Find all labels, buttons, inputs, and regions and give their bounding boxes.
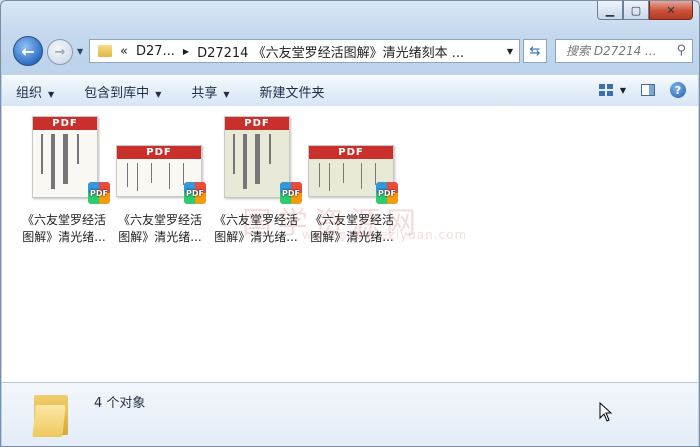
- new-folder-label: 新建文件夹: [259, 85, 325, 101]
- close-button[interactable]: ✕: [649, 1, 693, 20]
- minimize-button[interactable]: ▁: [597, 1, 623, 20]
- address-dropdown-icon[interactable]: ▼: [507, 47, 513, 56]
- change-view-button[interactable]: [596, 81, 616, 99]
- chevron-down-icon: ▼: [48, 89, 55, 99]
- recent-pages-dropdown[interactable]: ▼: [77, 47, 83, 56]
- breadcrumb-item-current[interactable]: D27214 《六友堂罗经活图解》清光绪刻本 ...: [197, 42, 464, 61]
- search-input[interactable]: [564, 43, 676, 59]
- breadcrumb-item-parent[interactable]: D27...: [136, 44, 175, 59]
- back-button[interactable]: ←: [13, 36, 43, 66]
- maximize-button[interactable]: ▢: [623, 1, 649, 20]
- help-icon: ?: [670, 82, 686, 98]
- maximize-icon: ▢: [630, 3, 642, 17]
- chevron-down-icon: ▼: [155, 89, 162, 99]
- pdf-label: PDF: [33, 117, 97, 130]
- organize-label: 组织: [16, 85, 43, 101]
- include-in-library-menu[interactable]: 包含到库中 ▼: [84, 82, 161, 101]
- view-options-dropdown[interactable]: ▼: [618, 81, 628, 99]
- refresh-icon: ⇆: [529, 43, 541, 59]
- pdf-thumbnail: PDF PDF: [306, 114, 398, 204]
- file-item[interactable]: PDF PDF 《六友堂罗经活图解》清光绪...: [18, 114, 110, 246]
- file-name: 《六友堂罗经活图解》清光绪...: [213, 213, 298, 244]
- organize-menu[interactable]: 组织 ▼: [16, 82, 54, 101]
- pdf-app-icon: PDF: [184, 182, 206, 204]
- caption-buttons: ▁ ▢ ✕: [597, 1, 693, 20]
- new-folder-button[interactable]: 新建文件夹: [260, 82, 325, 101]
- pdf-app-icon: PDF: [376, 182, 398, 204]
- close-icon: ✕: [666, 3, 676, 17]
- command-bar: 组织 ▼ 包含到库中 ▼ 共享 ▼ 新建文件夹 ▼ ?: [2, 75, 698, 107]
- pdf-label: PDF: [309, 146, 393, 159]
- share-menu[interactable]: 共享 ▼: [191, 82, 229, 101]
- pdf-app-icon: PDF: [280, 182, 302, 204]
- file-item[interactable]: PDF PDF 《六友堂罗经活图解》清光绪...: [306, 114, 398, 246]
- help-button[interactable]: ?: [668, 81, 688, 99]
- item-count: 4 个对象: [94, 396, 146, 411]
- file-item[interactable]: PDF PDF 《六友堂罗经活图解》清光绪...: [210, 114, 302, 246]
- breadcrumb-separator-icon[interactable]: ▶: [183, 47, 189, 56]
- search-box[interactable]: ⚲: [555, 39, 693, 63]
- toolbar-right-group: ▼ ?: [586, 81, 688, 99]
- share-label: 共享: [191, 85, 218, 101]
- breadcrumb-overflow[interactable]: «: [120, 44, 128, 59]
- forward-button[interactable]: →: [47, 39, 73, 65]
- minimize-icon: ▁: [605, 3, 615, 17]
- forward-arrow-icon: →: [54, 44, 66, 60]
- pdf-thumbnail: PDF PDF: [210, 114, 302, 204]
- refresh-button[interactable]: ⇆: [523, 39, 547, 63]
- pdf-label: PDF: [225, 117, 289, 130]
- back-arrow-icon: ←: [21, 41, 35, 61]
- search-icon[interactable]: ⚲: [676, 43, 686, 58]
- explorer-window: ▁ ▢ ✕ ← → ▼ « D27... ▶ D27214 《六友堂罗经活图解》…: [0, 0, 700, 447]
- file-name: 《六友堂罗经活图解》清光绪...: [21, 213, 106, 244]
- chevron-down-icon: ▼: [223, 89, 230, 99]
- details-pane: 4 个对象: [2, 382, 698, 446]
- file-item[interactable]: PDF PDF 《六友堂罗经活图解》清光绪...: [114, 114, 206, 246]
- file-name: 《六友堂罗经活图解》清光绪...: [309, 213, 394, 244]
- preview-pane-icon: [641, 84, 655, 96]
- pdf-thumbnail: PDF PDF: [114, 114, 206, 204]
- navigation-bar: ← → ▼ « D27... ▶ D27214 《六友堂罗经活图解》清光绪刻本 …: [9, 35, 693, 67]
- include-in-library-label: 包含到库中: [84, 85, 150, 101]
- preview-pane-button[interactable]: [638, 81, 658, 99]
- pdf-app-icon: PDF: [88, 182, 110, 204]
- folder-icon: [98, 45, 112, 57]
- folder-icon: [32, 391, 70, 437]
- file-list[interactable]: 国学资源网 www.guoxueziyuan.com PDF PDF 《六友堂罗…: [2, 106, 698, 382]
- mouse-pointer-icon: [599, 402, 613, 422]
- pdf-thumbnail: PDF PDF: [18, 114, 110, 204]
- view-grid-icon: [599, 84, 613, 96]
- address-bar[interactable]: « D27... ▶ D27214 《六友堂罗经活图解》清光绪刻本 ... ▼: [89, 39, 520, 63]
- pdf-label: PDF: [117, 146, 201, 159]
- file-name: 《六友堂罗经活图解》清光绪...: [117, 213, 202, 244]
